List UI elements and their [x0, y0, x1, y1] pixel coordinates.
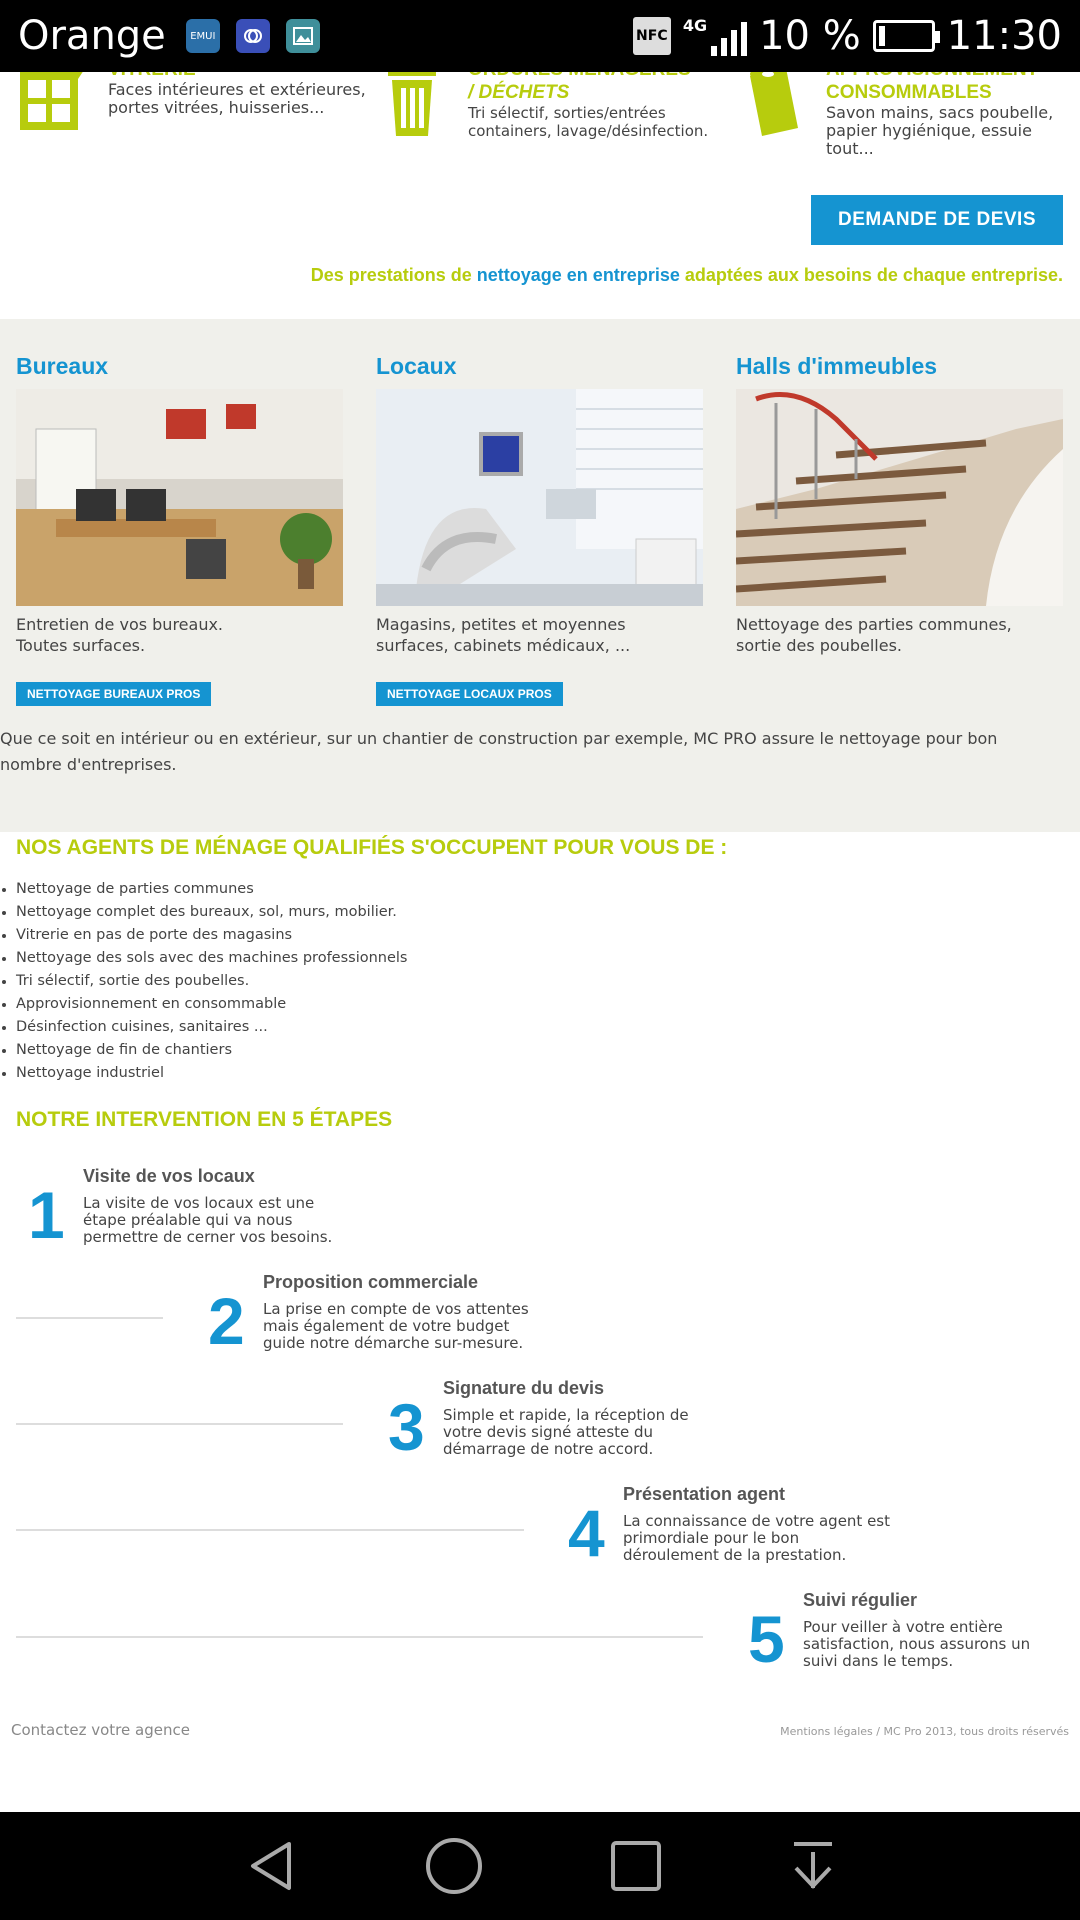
list-item: Nettoyage industriel [2, 1062, 408, 1085]
office-cleaning-button[interactable]: NETTOYAGE BUREAUX PROS [16, 682, 212, 706]
legal-notice-link[interactable]: Mentions légales / MC Pro 2013, tous dro… [780, 1725, 1069, 1738]
stairs-image [736, 389, 1063, 606]
service-desc: portes vitrées, huisseries... [108, 98, 325, 117]
column-locaux: Locaux Magasins, petites et moyennes surf… [376, 353, 703, 706]
agents-list: Nettoyage de parties communes Nettoyage … [2, 878, 408, 1085]
service-title: CONSOMMABLES [826, 82, 992, 103]
tagline-text: Des prestations de [310, 265, 477, 285]
service-desc: Tri sélectif, sorties/entrées [468, 104, 666, 122]
step-title: Signature du devis [443, 1378, 605, 1398]
list-item: Nettoyage de parties communes [2, 878, 408, 901]
tagline-text: adaptées aux besoins de chaque entrepris… [679, 265, 1063, 285]
agents-heading: NOS AGENTS DE MÉNAGE QUALIFIÉS S'OCCUPEN… [16, 836, 728, 859]
list-item: Désinfection cuisines, sanitaires ... [2, 1016, 408, 1039]
service-title: ORDURES MÉNAGÈRES [468, 72, 708, 81]
step-desc: La connaissance de votre agent est primo… [623, 1512, 890, 1564]
list-item: Nettoyage de fin de chantiers [2, 1039, 408, 1062]
column-title[interactable]: Bureaux [16, 353, 343, 389]
emui-notification-icon: EMUI [185, 19, 220, 53]
premises-cleaning-button[interactable]: NETTOYAGE LOCAUX PROS [376, 682, 563, 706]
service-desc: papier hygiénique, essuie tout... [826, 121, 1032, 158]
list-item: Approvisionnement en consommable [2, 993, 408, 1016]
step-title: Suivi régulier [803, 1590, 918, 1610]
list-item: Nettoyage complet des bureaux, sol, murs… [2, 901, 408, 924]
service-desc: containers, lavage/désinfection. [468, 122, 709, 140]
step-number: 2 [208, 1284, 245, 1358]
column-title[interactable]: Halls d'immeubles [736, 353, 1063, 389]
column-desc: Entretien de vos bureaux. Toutes surfaces… [16, 615, 224, 655]
column-desc: Magasins, petites et moyennes surfaces, c… [376, 615, 631, 655]
service-desc: Savon mains, sacs poubelle, [826, 103, 1054, 122]
step-desc: La visite de vos locaux est une étape pr… [83, 1194, 333, 1246]
dental-office-image [376, 389, 703, 606]
tagline: Des prestations de nettoyage en entrepri… [311, 265, 1063, 286]
step-number: 3 [388, 1390, 425, 1464]
column-title[interactable]: Locaux [376, 353, 703, 389]
service-title: APPROVISIONNEMENT [826, 72, 1080, 81]
clock: 11:30 [946, 13, 1062, 59]
step-divider [16, 1529, 524, 1531]
recent-apps-icon[interactable] [609, 1839, 663, 1893]
list-item: Tri sélectif, sortie des poubelles. [2, 970, 408, 993]
step-title: Visite de vos locaux [83, 1166, 255, 1186]
trash-bin-icon [388, 72, 436, 136]
service-consommables: APPROVISIONNEMENT CONSOMMABLES Savon mai… [826, 72, 1080, 158]
list-item: Vitrerie en pas de porte des magasins [2, 924, 408, 947]
nfc-icon: NFC [632, 17, 671, 55]
battery-icon [872, 20, 940, 52]
step-number: 5 [748, 1602, 785, 1676]
step-number: 1 [28, 1178, 65, 1252]
navigation-bar [0, 1812, 1080, 1920]
step-title: Proposition commerciale [263, 1272, 479, 1292]
column-halls: Halls d'immeubles Nettoyage des parties … [736, 353, 1063, 674]
gallery-notification-icon [285, 19, 320, 53]
back-icon[interactable] [243, 1838, 299, 1894]
office-image [16, 389, 343, 606]
intro-paragraph: Que ce soit en intérieur ou en extérieur… [0, 729, 998, 774]
home-icon[interactable] [424, 1836, 484, 1896]
notification-pulldown-icon[interactable] [788, 1838, 838, 1894]
window-icon [20, 72, 83, 130]
column-desc: Nettoyage des parties communes, sortie de… [736, 615, 1012, 655]
step-desc: La prise en compte de vos attentes mais … [263, 1300, 529, 1352]
tagline-link[interactable]: nettoyage en entreprise [477, 265, 680, 285]
app-notification-icon [235, 19, 270, 53]
signal-icon: 4G [683, 16, 748, 56]
step-title: Présentation agent [623, 1484, 786, 1504]
contact-agency-link[interactable]: Contactez votre agence [11, 1721, 190, 1739]
step-number: 4 [568, 1496, 605, 1570]
step-desc: Simple et rapide, la réception de votre … [443, 1406, 689, 1458]
battery-percent: 10 % [759, 13, 861, 59]
step-divider [16, 1317, 163, 1319]
step-divider [16, 1423, 343, 1425]
step-divider [16, 1636, 703, 1638]
quote-request-button[interactable]: DEMANDE DE DEVIS [811, 195, 1063, 245]
status-bar: Orange EMUI NFC 4G 10 % 11:30 [0, 0, 1080, 72]
services-band: Bureaux Entretien de vos bureaux. Toutes… [0, 319, 1080, 832]
list-item: Nettoyage des sols avec des machines pro… [2, 947, 408, 970]
web-page: VITRERIE Faces intérieures et extérieure… [0, 72, 1080, 1812]
step-desc: Pour veiller à votre entière satisfactio… [803, 1618, 1031, 1670]
service-title: / DÉCHETS [468, 82, 570, 103]
services-strip: VITRERIE Faces intérieures et extérieure… [0, 72, 1080, 162]
paper-roll-icon [750, 72, 798, 136]
service-vitrerie: VITRERIE Faces intérieures et extérieure… [108, 72, 366, 117]
column-bureaux: Bureaux Entretien de vos bureaux. Toutes… [16, 353, 343, 706]
service-dechets: ORDURES MÉNAGÈRES / DÉCHETS Tri sélectif… [468, 72, 708, 140]
service-desc: Faces intérieures et extérieures, [108, 80, 366, 99]
steps-heading: NOTRE INTERVENTION EN 5 ÉTAPES [16, 1108, 393, 1131]
carrier-name: Orange [18, 13, 166, 59]
